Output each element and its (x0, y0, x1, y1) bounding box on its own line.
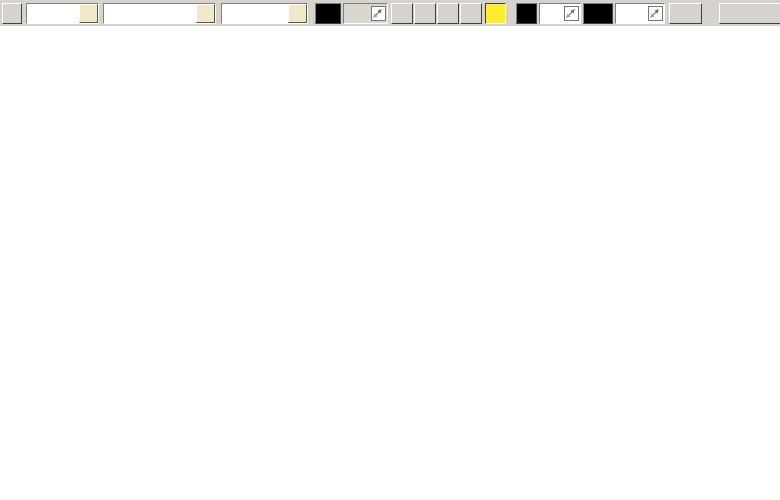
contract-month-value (222, 4, 288, 23)
spin-icon[interactable] (371, 5, 386, 21)
symbol-name-value (104, 4, 196, 23)
period-minute-button[interactable] (460, 2, 482, 24)
contract-month-combo[interactable] (221, 2, 308, 24)
t-label (516, 2, 537, 24)
period-day-button[interactable] (391, 2, 413, 24)
spin-icon[interactable] (648, 5, 663, 21)
period-month-button[interactable] (437, 2, 459, 24)
t-value (540, 13, 564, 14)
chart-application-window (0, 0, 780, 500)
apply-button[interactable] (669, 2, 702, 24)
chevron-down-icon[interactable] (79, 3, 98, 23)
chevron-down-icon[interactable] (196, 3, 215, 23)
symbol-type-combo[interactable] (26, 2, 99, 24)
symbol-name-combo[interactable] (103, 2, 216, 24)
interval-stepper[interactable] (343, 2, 388, 24)
chart-canvas[interactable] (0, 26, 780, 500)
spin-icon[interactable] (564, 5, 579, 21)
chart-toolbar (0, 0, 780, 26)
count-label (583, 2, 613, 24)
chevron-down-icon[interactable] (288, 3, 307, 23)
tick-mode-button[interactable] (485, 2, 506, 24)
interval-value (344, 13, 371, 14)
t-value-stepper[interactable] (539, 2, 581, 24)
count-value (616, 13, 648, 14)
chart-area (0, 26, 780, 500)
count-stepper[interactable] (615, 2, 665, 24)
period-week-button[interactable] (414, 2, 436, 24)
collapse-dropdown-button[interactable] (2, 2, 22, 24)
multi-symbol-button[interactable] (719, 2, 780, 24)
symbol-type-value (27, 4, 79, 23)
bar-type-button[interactable] (315, 2, 341, 24)
